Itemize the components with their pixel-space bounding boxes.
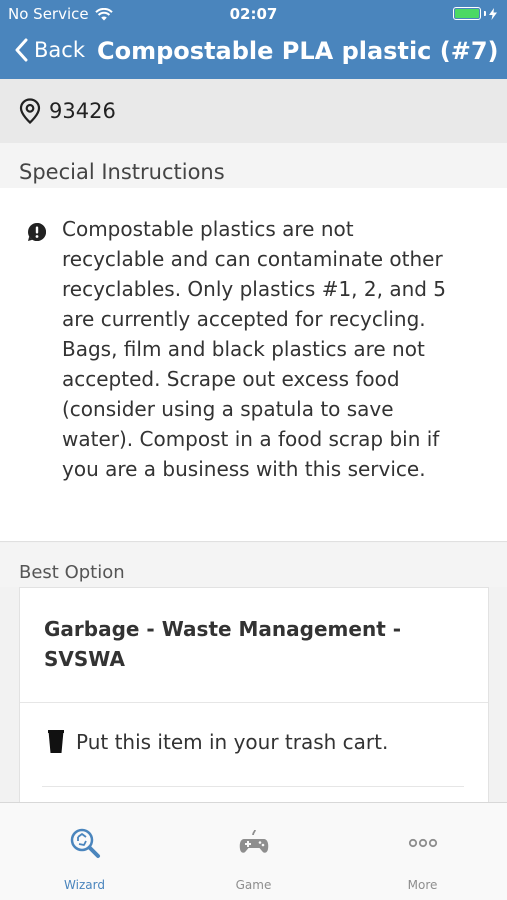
option-title: Garbage - Waste Management - SVSWA	[44, 617, 402, 671]
tab-wizard[interactable]: Wizard	[0, 803, 169, 900]
status-bar: No Service 02:07	[0, 0, 507, 28]
divider	[42, 786, 464, 787]
location-bar[interactable]: 93426	[0, 79, 507, 143]
back-button[interactable]: Back	[14, 38, 85, 62]
chevron-left-icon	[15, 38, 28, 62]
tab-label: Game	[235, 878, 272, 892]
tab-bar: Wizard Game More	[0, 802, 507, 900]
tab-label: Wizard	[64, 878, 105, 892]
option-action-text: Put this item in your trash cart.	[76, 730, 389, 754]
back-label: Back	[34, 38, 85, 62]
alert-icon	[28, 223, 46, 241]
tab-game[interactable]: Game	[169, 803, 338, 900]
trash-cart-icon	[48, 730, 64, 753]
recycle-search-icon	[70, 828, 100, 858]
status-time: 02:07	[229, 5, 278, 23]
more-dots-icon	[408, 838, 437, 848]
charging-bolt-icon	[489, 7, 497, 20]
special-instructions-header: Special Instructions	[0, 143, 507, 188]
battery-indicator	[453, 7, 497, 20]
divider	[20, 702, 488, 703]
page-title: Compostable PLA plastic (#7)	[97, 37, 499, 65]
special-instructions-panel: Compostable plastics are not recyclable …	[0, 188, 507, 542]
tab-more[interactable]: More	[338, 803, 507, 900]
gamepad-icon	[239, 829, 268, 853]
location-pin-icon	[19, 98, 41, 124]
navigation-bar: Back Compostable PLA plastic (#7)	[0, 28, 507, 79]
option-action: Put this item in your trash cart.	[48, 730, 388, 754]
special-instructions-text: Compostable plastics are not recyclable …	[62, 217, 447, 481]
best-option-card[interactable]: Garbage - Waste Management - SVSWA Put t…	[19, 587, 489, 817]
tab-label: More	[407, 878, 438, 892]
best-option-header: Best Option	[0, 543, 507, 587]
location-zip: 93426	[49, 99, 116, 123]
